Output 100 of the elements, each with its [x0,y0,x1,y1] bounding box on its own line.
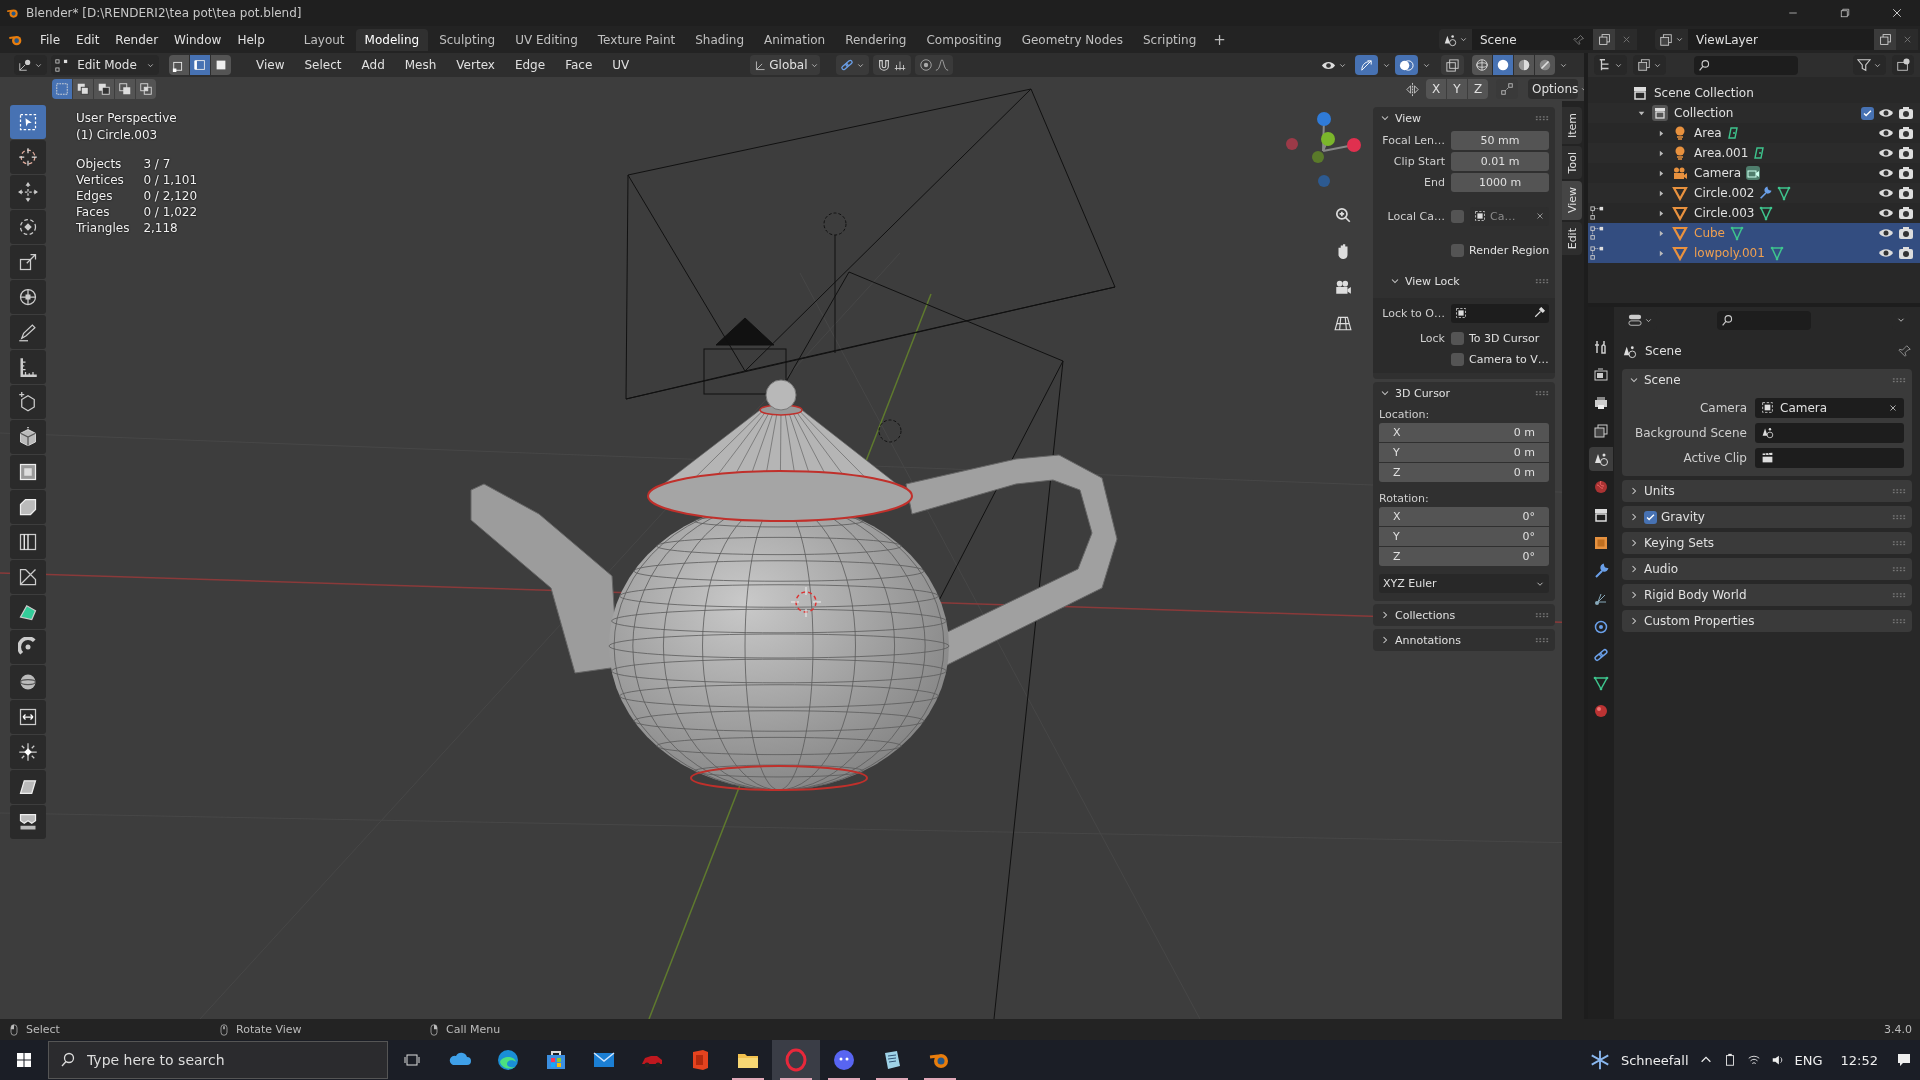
panel-header[interactable]: Collections [1373,604,1555,626]
active-object-name: (1) Circle.003 [76,128,159,142]
outliner-row[interactable]: lowpoly.001 [1588,243,1920,263]
stat-label: Edges [76,189,114,203]
number-field[interactable]: Z 0° [1379,547,1549,566]
rotation-mode-dropdown[interactable]: XYZ Euler [1379,574,1549,593]
status-hint: Select [26,1023,60,1036]
workspace-tab[interactable]: Modeling [355,28,429,51]
orientation-dropdown[interactable]: Global [750,55,821,75]
checkbox-label: Camera to V… [1469,352,1549,366]
stat-value: 2,118 [143,221,179,235]
panel-header[interactable]: Gravity [1622,506,1912,528]
menu-item[interactable]: Select [297,56,349,74]
stat-label: Faces [76,205,111,219]
stat-value: 0 / 1,022 [143,205,198,219]
mirror-axis-button[interactable]: X [1426,79,1446,99]
clock-time[interactable]: 12:52 [1840,1052,1878,1068]
menu-item[interactable]: Edit [68,29,108,50]
outliner-row[interactable]: Scene Collection [1588,83,1920,103]
menu-item[interactable]: View [249,56,292,74]
mirror-axis-button[interactable]: Z [1468,79,1488,99]
stat-value: 0 / 1,101 [143,173,198,187]
panel-header[interactable]: Audio [1622,558,1912,580]
menu-item[interactable]: UV [605,56,637,74]
panel-title: Annotations [1395,633,1463,647]
workspace-tab[interactable]: Rendering [836,28,916,51]
outliner-label: Circle.003 [1694,206,1755,220]
outliner-label: Cube [1694,226,1725,240]
mode-dropdown[interactable]: Edit Mode [51,55,159,75]
number-field[interactable]: 1000 m [1451,172,1549,192]
checkbox-label: Render Region [1469,243,1550,257]
panel-header[interactable]: Units [1622,480,1912,502]
menu-item[interactable]: Mesh [397,56,444,74]
panel-title: Scene [1644,373,1682,387]
outliner-label: Area [1694,126,1722,140]
panel-header[interactable]: Custom Properties [1622,610,1912,632]
data-field[interactable]: Camera [1755,397,1904,418]
mirror-axis-button[interactable]: Y [1447,79,1467,99]
number-field[interactable]: X 0° [1379,507,1549,526]
field-label: Active Clip [1682,450,1747,465]
menu-item[interactable]: Edge [507,56,553,74]
field-label: Lock to O… [1381,306,1445,320]
outliner-row[interactable]: Cube [1588,223,1920,243]
panel-header[interactable]: Rigid Body World [1622,584,1912,606]
panel-title: View [1395,111,1423,125]
panel-header[interactable]: 3D Cursor [1373,382,1555,404]
sidebar-tab[interactable]: Item [1562,107,1582,145]
menu-item[interactable]: File [32,29,69,50]
menu-item[interactable]: Window [166,29,230,50]
menu-item[interactable]: Render [107,29,167,50]
section-label: Rotation: [1378,491,1430,505]
number-field[interactable]: 0.01 m [1451,151,1549,171]
outliner-row[interactable]: Camera [1588,163,1920,183]
workspace-tab[interactable]: UV Editing [506,28,587,51]
stat-value: 3 / 7 [143,157,172,171]
stat-label: Triangles [76,221,130,235]
workspace-tab[interactable]: Sculpting [430,28,505,51]
panel-title: 3D Cursor [1395,386,1452,400]
workspace-tab[interactable]: Layout [294,28,354,51]
number-field[interactable]: 50 mm [1451,130,1549,150]
subpanel-header[interactable]: View Lock [1383,270,1555,292]
number-field[interactable]: Y 0° [1379,527,1549,546]
menu-item[interactable]: Face [558,56,600,74]
workspace-tab[interactable]: Animation [755,28,835,51]
panel-header[interactable]: Keying Sets [1622,532,1912,554]
panel-header[interactable]: Annotations [1373,629,1555,651]
field-label: Local Ca… [1386,209,1445,223]
number-field[interactable]: Y 0 m [1379,443,1549,462]
panel-title: Units [1644,484,1676,498]
field-label: End [1423,175,1445,189]
view-layer-name-field[interactable]: ViewLayer [1688,29,1874,50]
number-field[interactable]: Z 0 m [1379,463,1549,482]
workspace-tab[interactable]: Texture Paint [588,28,685,51]
outliner-row[interactable]: Circle.003 [1588,203,1920,223]
workspace-tab[interactable]: Scripting [1133,28,1206,51]
field-label: Clip Start [1392,154,1445,168]
workspace-tab[interactable]: Geometry Nodes [1012,28,1132,51]
search-field[interactable]: Type here to search [48,1041,388,1079]
status-hint: Call Menu [446,1023,501,1036]
section-label: Location: [1378,407,1431,421]
outliner-row[interactable]: Area [1588,123,1920,143]
menu-item[interactable]: Help [229,29,273,50]
sidebar-tab[interactable]: Edit [1562,221,1582,255]
stat-label: Vertices [76,173,125,187]
panel-header[interactable]: Scene [1622,369,1912,391]
panel-title: Keying Sets [1644,536,1716,550]
workspace-tab[interactable]: Compositing [917,28,1011,51]
add-workspace-button[interactable]: + [1207,28,1232,51]
menu-item[interactable]: Add [354,56,392,74]
weather-label: Schneefall [1620,1052,1689,1068]
sidebar-tab[interactable]: Tool [1562,146,1582,180]
panel-header[interactable]: View [1373,107,1555,129]
number-field[interactable]: X 0 m [1379,423,1549,442]
workspace-tab[interactable]: Shading [686,28,753,51]
field-label: Lock [1418,331,1445,345]
menu-item[interactable]: Vertex [449,56,502,74]
field-label: Background Scene [1634,425,1747,440]
sidebar-tab[interactable]: View [1562,181,1582,220]
scene-name-field[interactable]: Scene [1472,29,1593,50]
language-indicator[interactable]: ENG [1794,1052,1823,1068]
